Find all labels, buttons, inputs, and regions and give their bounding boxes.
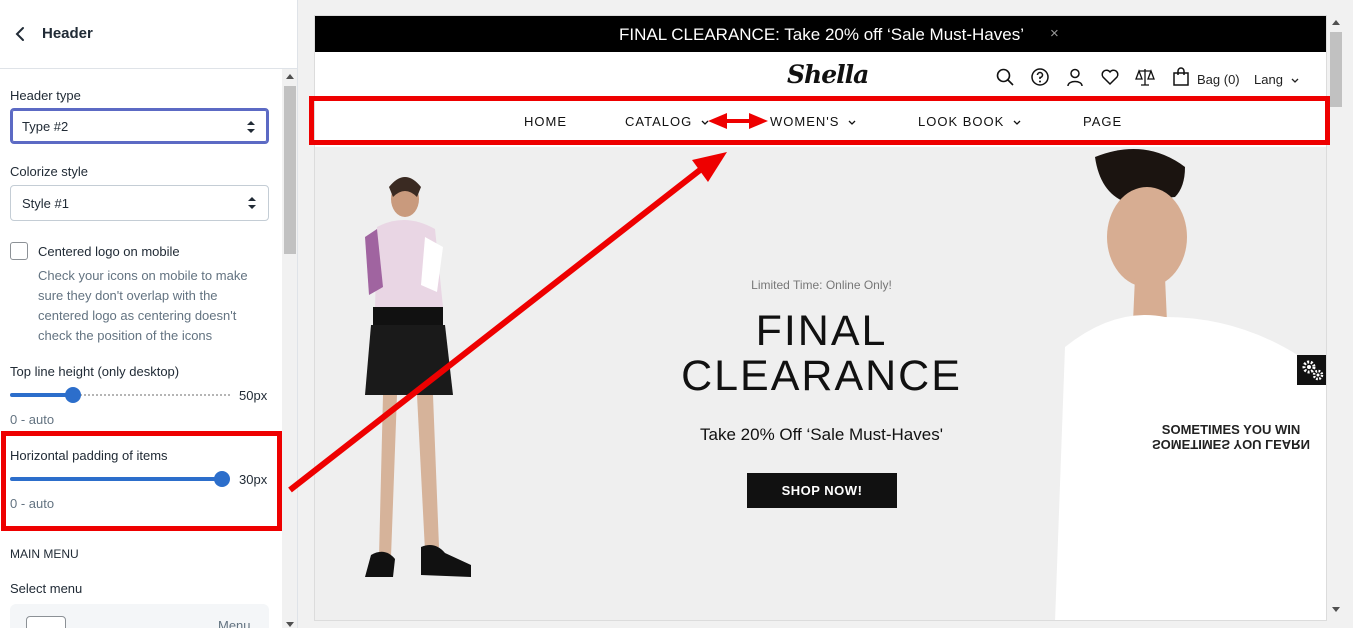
annotation-arrows: [288, 113, 768, 493]
annotation-double-arrow: [708, 113, 768, 129]
annotation-arrow-long: [288, 152, 727, 493]
